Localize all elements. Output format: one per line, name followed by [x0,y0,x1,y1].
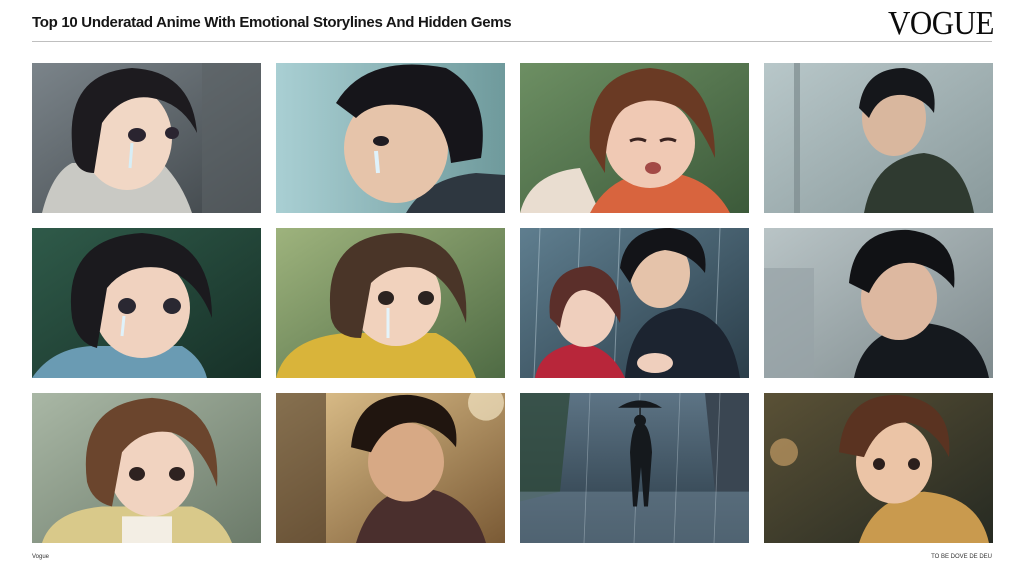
page-title: Top 10 Underatad Anime With Emotional St… [32,14,512,31]
grid-image-9[interactable] [32,393,261,543]
grid-image-10[interactable] [276,393,505,543]
grid-image-8[interactable] [764,228,993,378]
header-divider [32,41,992,42]
footer-credit-right: TO BE DOVE DE DEU [931,554,992,560]
grid-image-11[interactable] [520,393,749,543]
footer-credit-left: Vogue [32,554,50,560]
grid-image-7[interactable] [520,228,749,378]
grid-image-6[interactable] [276,228,505,378]
grid-image-3[interactable] [520,63,749,213]
image-grid [32,63,993,545]
brand-logo[interactable]: VOGUE [888,4,995,43]
grid-image-1[interactable] [32,63,261,213]
grid-image-5[interactable] [32,228,261,378]
grid-image-12[interactable] [764,393,993,543]
grid-image-2[interactable] [276,63,505,213]
grid-image-4[interactable] [764,63,993,213]
